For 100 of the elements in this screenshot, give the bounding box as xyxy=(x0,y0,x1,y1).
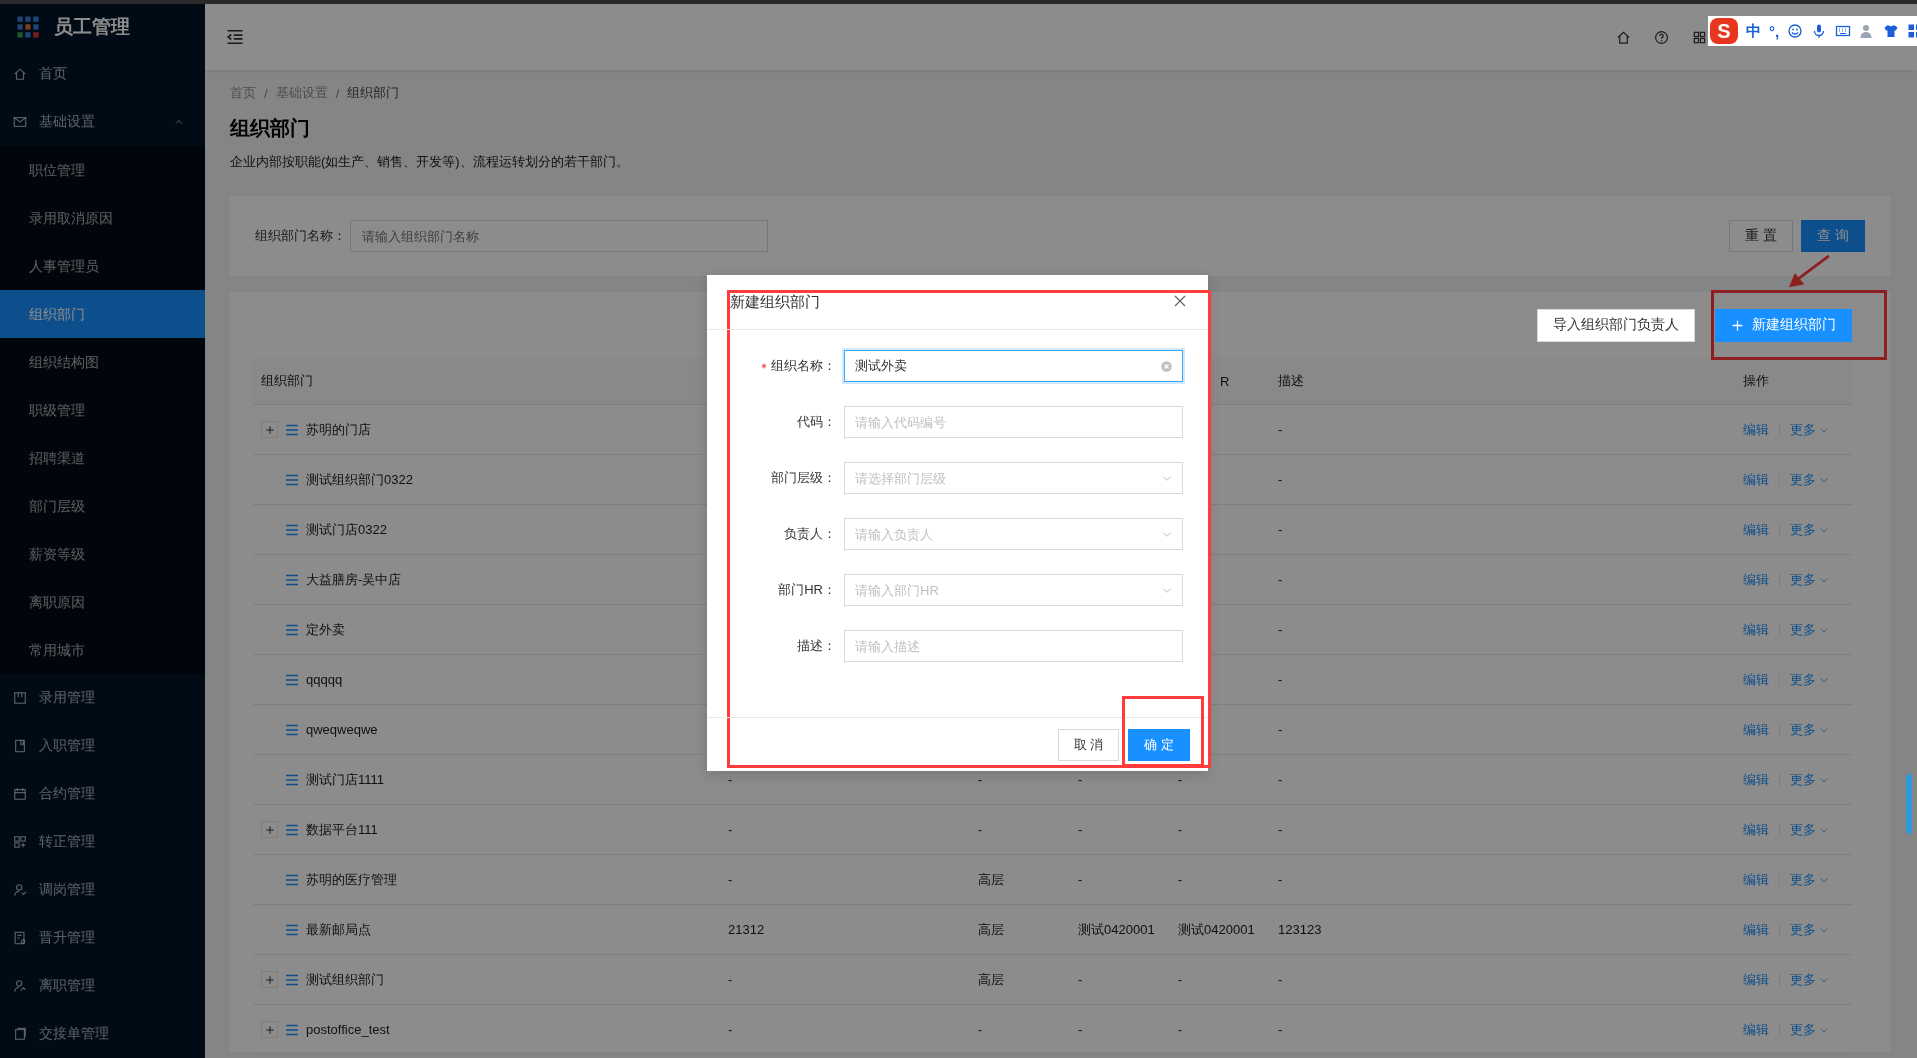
edit-link[interactable]: 编辑 xyxy=(1743,820,1769,839)
more-link[interactable]: 更多 xyxy=(1790,520,1829,539)
table-cell: 数据平台111 xyxy=(306,820,378,839)
field-label: 组织名称： xyxy=(771,357,836,375)
edit-link[interactable]: 编辑 xyxy=(1743,920,1769,939)
scroll-handle[interactable] xyxy=(1906,774,1912,834)
sidebar-item[interactable]: 首页 xyxy=(0,50,205,98)
edit-link[interactable]: 编辑 xyxy=(1743,620,1769,639)
field-label: 描述： xyxy=(797,637,836,655)
sidebar-item[interactable]: 离职原因 xyxy=(0,578,205,626)
sidebar-item[interactable]: 人事管理员 xyxy=(0,242,205,290)
table-cell: - xyxy=(1078,872,1083,887)
input-method-logo[interactable]: S xyxy=(1710,18,1738,44)
sidebar-item[interactable]: 入职管理 xyxy=(0,722,205,770)
table-cell: qqqqq xyxy=(306,672,343,687)
more-link[interactable]: 更多 xyxy=(1790,970,1829,989)
punctuation-toggle[interactable]: °, xyxy=(1769,22,1780,40)
edit-link[interactable]: 编辑 xyxy=(1743,570,1769,589)
table-cell: - xyxy=(978,1022,983,1037)
sidebar-item[interactable]: 基础设置 xyxy=(0,98,205,146)
table-cell: 大益膳房-吴中店 xyxy=(306,570,402,589)
edit-link[interactable]: 编辑 xyxy=(1743,720,1769,739)
dialog-title: 新建组织部门 xyxy=(730,292,820,312)
more-link[interactable]: 更多 xyxy=(1790,420,1829,439)
sidebar-item[interactable]: 招聘渠道 xyxy=(0,434,205,482)
table-cell: - xyxy=(1178,772,1183,787)
sidebar-item[interactable]: 调岗管理 xyxy=(0,866,205,914)
cancel-button[interactable]: 取 消 xyxy=(1057,728,1120,761)
sidebar-item[interactable]: 晋升管理 xyxy=(0,914,205,962)
input-field[interactable]: 测试外卖 xyxy=(844,350,1183,382)
sidebar-item[interactable]: 常用城市 xyxy=(0,626,205,674)
reset-button[interactable]: 重 置 xyxy=(1729,220,1794,252)
edit-link[interactable]: 编辑 xyxy=(1743,1020,1769,1039)
input-field[interactable]: 请输入描述 xyxy=(844,630,1183,662)
more-link[interactable]: 更多 xyxy=(1790,1020,1829,1039)
expand-toggle[interactable] xyxy=(261,1021,278,1038)
breadcrumb-item: 组织部门 xyxy=(347,84,400,102)
clear-icon xyxy=(1160,359,1173,373)
more-link[interactable]: 更多 xyxy=(1790,720,1829,739)
search-button[interactable]: 查 询 xyxy=(1801,220,1865,252)
plus-icon xyxy=(263,423,276,436)
table-cell: - xyxy=(1278,1022,1283,1037)
more-link[interactable]: 更多 xyxy=(1790,920,1829,939)
grid-icon xyxy=(1692,29,1707,45)
sidebar-item[interactable]: 录用管理 xyxy=(0,674,205,722)
sidebar-item[interactable]: 录用取消原因 xyxy=(0,194,205,242)
table-cell: - xyxy=(1178,872,1183,887)
expand-toggle[interactable] xyxy=(261,821,278,838)
select-field[interactable]: 请输入负责人 xyxy=(844,518,1183,550)
more-link[interactable]: 更多 xyxy=(1790,620,1829,639)
table-cell: - xyxy=(1278,972,1283,987)
create-button[interactable]: 新建组织部门 xyxy=(1715,308,1852,342)
home-icon xyxy=(1616,29,1631,45)
table-cell: 苏明的门店 xyxy=(306,420,371,439)
table-cell: - xyxy=(1078,972,1083,987)
more-link[interactable]: 更多 xyxy=(1790,570,1829,589)
input-field[interactable]: 请输入代码编号 xyxy=(844,406,1183,438)
input-mode-toggle[interactable]: 中 xyxy=(1746,21,1761,41)
edit-link[interactable]: 编辑 xyxy=(1743,970,1769,989)
edit-link[interactable]: 编辑 xyxy=(1743,770,1769,789)
sidebar-item[interactable]: 部门层级 xyxy=(0,482,205,530)
sidebar-item[interactable]: 职级管理 xyxy=(0,386,205,434)
breadcrumb-separator: / xyxy=(264,85,268,101)
more-link[interactable]: 更多 xyxy=(1790,820,1829,839)
sidebar-item[interactable]: 离职管理 xyxy=(0,962,205,1010)
more-link[interactable]: 更多 xyxy=(1790,470,1829,489)
table-cell: - xyxy=(1278,822,1283,837)
table-cell: 定外卖 xyxy=(306,620,345,639)
table-cell: postoffice_test xyxy=(306,1022,390,1037)
sidebar-item[interactable]: 薪资等级 xyxy=(0,530,205,578)
more-link[interactable]: 更多 xyxy=(1790,770,1829,789)
confirm-button[interactable]: 确 定 xyxy=(1128,728,1190,761)
table-cell: - xyxy=(1178,822,1183,837)
table-cell: 测试0420001 xyxy=(1178,920,1255,939)
sidebar-item[interactable]: 组织部门 xyxy=(0,290,205,338)
edit-link[interactable]: 编辑 xyxy=(1743,870,1769,889)
close-icon xyxy=(1172,293,1188,309)
edit-link[interactable]: 编辑 xyxy=(1743,520,1769,539)
search-field[interactable]: 请输入组织部门名称 xyxy=(350,220,768,252)
edit-link[interactable]: 编辑 xyxy=(1743,670,1769,689)
table-cell: - xyxy=(1278,422,1283,437)
sidebar-item[interactable]: 转正管理 xyxy=(0,818,205,866)
table-cell: - xyxy=(728,772,733,787)
table-cell: - xyxy=(1078,772,1083,787)
expand-toggle[interactable] xyxy=(261,421,278,438)
logo-icon xyxy=(16,15,40,39)
more-link[interactable]: 更多 xyxy=(1790,670,1829,689)
sidebar-item[interactable]: 组织结构图 xyxy=(0,338,205,386)
expand-toggle[interactable] xyxy=(261,971,278,988)
sidebar-item[interactable]: 交接单管理 xyxy=(0,1010,205,1058)
more-link[interactable]: 更多 xyxy=(1790,870,1829,889)
edit-link[interactable]: 编辑 xyxy=(1743,470,1769,489)
sidebar-item[interactable]: 合约管理 xyxy=(0,770,205,818)
field-label: 代码： xyxy=(797,413,836,431)
sidebar-item[interactable]: 职位管理 xyxy=(0,146,205,194)
import-button[interactable]: 导入组织部门负责人 xyxy=(1537,308,1695,342)
page-title: 组织部门 xyxy=(230,116,311,141)
table-cell: - xyxy=(1278,472,1283,487)
table-cell: - xyxy=(1078,822,1083,837)
edit-link[interactable]: 编辑 xyxy=(1743,420,1769,439)
